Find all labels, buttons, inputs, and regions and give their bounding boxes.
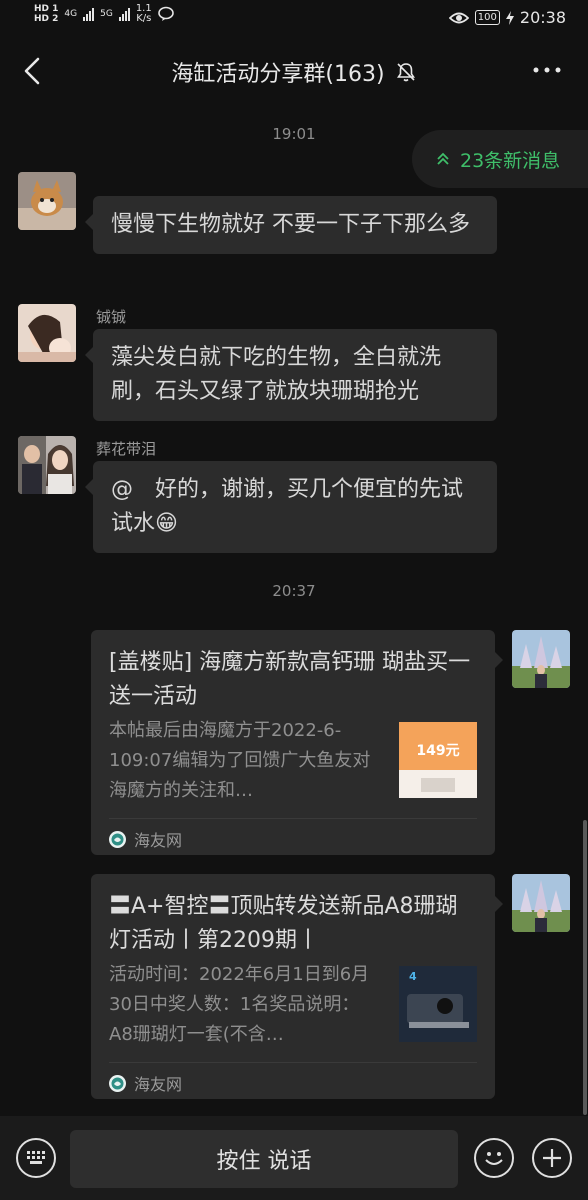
card-source: 海友网 [109, 1071, 182, 1095]
message-bubble[interactable]: @ 好的，谢谢，买几个便宜的先试试水😁 [85, 461, 497, 553]
emoji-button[interactable] [474, 1138, 514, 1178]
clock: 20:38 [519, 8, 566, 27]
timestamp: 20:37 [272, 582, 316, 600]
new-messages-label: 23条新消息 [460, 149, 561, 172]
keyboard-icon [27, 1151, 45, 1164]
sender-name: 葬花带泪 [96, 440, 157, 458]
avatar[interactable] [18, 304, 76, 362]
scrollbar[interactable] [583, 820, 587, 1115]
card-divider [109, 1062, 477, 1063]
signal-icon-2 [118, 7, 130, 21]
card-source-name: 海友网 [134, 831, 183, 850]
plus-icon [543, 1149, 561, 1167]
chat-header: 海缸活动分享群(163) [0, 36, 588, 106]
card-title: 〓A+智控〓顶贴转发送新品A8珊瑚灯活动丨第2209期丨 [109, 894, 458, 953]
net1-label: 4G [64, 9, 78, 19]
link-card[interactable]: [盖楼贴] 海魔方新款高钙珊 瑚盐买一送一活动 本帖最后由海魔方于2022-6-… [91, 630, 503, 855]
eye-icon [448, 12, 469, 23]
signal-icon [83, 7, 95, 21]
card-description: 本帖最后由海魔方于2022-6-109:07编辑为了回馈广大鱼友对海魔方的关注和… [109, 720, 371, 801]
source-logo-icon [109, 830, 126, 848]
hold-to-talk-label: 按住 说话 [216, 1149, 312, 1174]
hd-indicator: HD 1 HD 2 [34, 4, 58, 24]
net-speed: 1.1 K/s [136, 4, 152, 24]
card-thumb-text: 149元 [416, 743, 459, 759]
status-bar: HD 1 HD 2 4G 5G 1.1 K/s 100 20:38 [0, 0, 588, 36]
sender-name: 铖铖 [96, 308, 127, 326]
card-divider [109, 818, 477, 819]
more-options-icon[interactable] [532, 60, 562, 80]
message-text: 藻尖发白就下吃的生物，全白就洗刷，石头又绿了就放块珊瑚抢光 [111, 345, 442, 404]
net2-label: 5G [100, 9, 113, 19]
status-left: HD 1 HD 2 4G 5G 1.1 K/s [34, 4, 176, 24]
chat-title: 海缸活动分享群(163) [171, 62, 385, 87]
speed-unit: K/s [136, 13, 152, 24]
emoji-icon [485, 1152, 503, 1165]
battery-level: 100 [474, 10, 500, 25]
avatar[interactable] [18, 436, 76, 494]
card-source-name: 海友网 [134, 1075, 183, 1094]
card-title: [盖楼贴] 海魔方新款高钙珊 瑚盐买一送一活动 [109, 650, 471, 709]
my-avatar[interactable] [512, 630, 570, 688]
card-description: 活动时间：2022年6月1日到6月30日中奖人数：1名奖品说明：A8珊瑚灯一套(… [109, 964, 370, 1045]
card-thumbnail: 4 [399, 966, 477, 1042]
chat-title-area: 海缸活动分享群(163) [0, 56, 588, 88]
message-text: 慢慢下生物就好 不要一下子下那么多 [111, 212, 470, 237]
hd1-label: HD 1 [34, 4, 59, 14]
card-thumb-text: 4 [409, 970, 417, 983]
my-avatar[interactable] [512, 874, 570, 932]
plus-button[interactable] [532, 1138, 572, 1178]
link-card[interactable]: 〓A+智控〓顶贴转发送新品A8珊瑚灯活动丨第2209期丨 活动时间：2022年6… [91, 874, 503, 1099]
charging-icon [505, 10, 514, 25]
status-right: 100 20:38 [448, 8, 566, 27]
keyboard-toggle-button[interactable] [16, 1138, 56, 1178]
input-bar: 按住 说话 [0, 1116, 588, 1200]
double-chevron-up-icon [437, 152, 449, 165]
hold-to-talk-button[interactable]: 按住 说话 [70, 1130, 458, 1188]
card-thumbnail: 149元 [399, 722, 477, 798]
message-bubble[interactable]: 藻尖发白就下吃的生物，全白就洗刷，石头又绿了就放块珊瑚抢光 [85, 329, 497, 421]
message-bubble[interactable]: 慢慢下生物就好 不要一下子下那么多 [85, 196, 497, 254]
card-source: 海友网 [109, 827, 182, 851]
avatar[interactable] [18, 172, 76, 230]
source-logo-icon [109, 1074, 126, 1092]
mute-bell-icon [396, 63, 415, 82]
message-text: @ 好的，谢谢，买几个便宜的先试试水😁 [111, 477, 464, 536]
new-messages-button[interactable]: 23条新消息 [412, 130, 588, 188]
chat-bubble-icon [157, 6, 174, 21]
hd2-label: HD 2 [34, 14, 59, 24]
